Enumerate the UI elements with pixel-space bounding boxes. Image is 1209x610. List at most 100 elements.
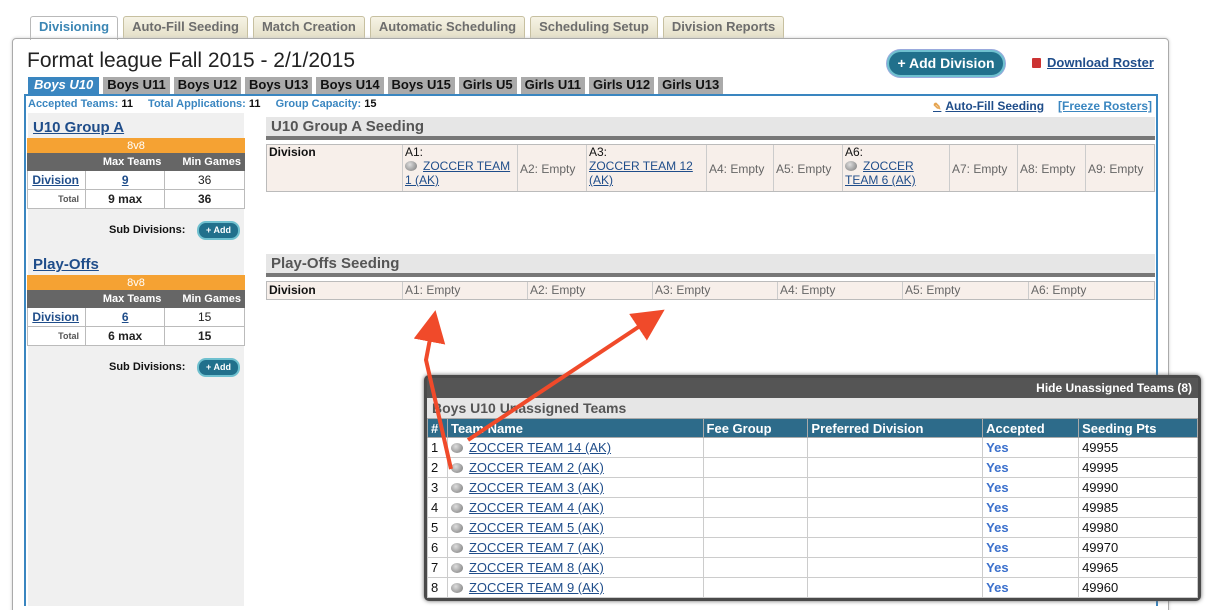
fee-group-cell (702, 517, 809, 538)
seed-slot[interactable]: A3: Empty (653, 282, 778, 299)
max-teams-value[interactable]: 6 (122, 310, 129, 324)
soccer-ball-icon[interactable] (450, 543, 463, 553)
seed-slot[interactable]: A1: ZOCCER TEAM 1 (AK) (403, 145, 518, 191)
soccer-ball-icon[interactable] (450, 563, 463, 573)
tab-match-creation[interactable]: Match Creation (252, 16, 365, 38)
seed-slot[interactable]: A5: Empty (774, 145, 843, 191)
table-row: 7 ZOCCER TEAM 8 (AK) Yes 49965 (427, 557, 1198, 578)
seed-slot[interactable]: A7: Empty (950, 145, 1018, 191)
total-label: Total (27, 189, 86, 209)
soccer-ball-icon[interactable] (450, 523, 463, 533)
accepted-link[interactable]: Yes (982, 497, 1080, 518)
soccer-ball-icon[interactable] (450, 583, 463, 593)
seed-slot[interactable]: A5: Empty (903, 282, 1029, 299)
division-tab[interactable]: Boys U12 (173, 77, 242, 94)
col-header[interactable]: Team Name (446, 418, 704, 438)
team-link[interactable]: ZOCCER TEAM 1 (AK) (405, 159, 510, 187)
col-header: # (427, 418, 448, 438)
tab-auto-fill-seeding[interactable]: Auto-Fill Seeding (123, 16, 248, 38)
preferred-division-cell (807, 537, 984, 558)
top-tabs: Divisioning Auto-Fill Seeding Match Crea… (30, 16, 789, 40)
soccer-ball-icon[interactable] (450, 463, 463, 473)
col-header[interactable]: Fee Group (702, 418, 809, 438)
fee-group-cell (702, 577, 809, 598)
seeding-pts-cell: 49990 (1078, 477, 1198, 498)
accepted-link[interactable]: Yes (982, 577, 1080, 598)
add-division-button[interactable]: + Add Division (887, 50, 1005, 77)
team-cell: ZOCCER TEAM 7 (AK) (446, 537, 704, 558)
seed-slot[interactable]: A2: Empty (518, 145, 587, 191)
team-link[interactable]: ZOCCER TEAM 2 (AK) (469, 460, 604, 475)
seed-slot[interactable]: A2: Empty (528, 282, 653, 299)
total-label: Total (27, 326, 86, 346)
team-link[interactable]: ZOCCER TEAM 14 (AK) (469, 440, 611, 455)
accepted-link[interactable]: Yes (982, 557, 1080, 578)
row-number: 3 (427, 477, 448, 498)
team-cell: ZOCCER TEAM 8 (AK) (446, 557, 704, 578)
division-tab[interactable]: Boys U11 (103, 77, 170, 94)
seed-slot[interactable]: A6: ZOCCER TEAM 6 (AK) (843, 145, 950, 191)
division-tab[interactable]: Girls U12 (589, 77, 655, 94)
total-games: 15 (164, 326, 245, 346)
pdf-icon (1032, 58, 1041, 68)
soccer-ball-icon[interactable] (450, 503, 463, 513)
seed-slot[interactable]: A9: Empty (1086, 145, 1154, 191)
accepted-link[interactable]: Yes (982, 477, 1080, 498)
col-header[interactable]: Preferred Division (807, 418, 984, 438)
accepted-link[interactable]: Yes (982, 537, 1080, 558)
add-sub-division-button[interactable]: + Add (197, 221, 240, 240)
team-link[interactable]: ZOCCER TEAM 8 (AK) (469, 560, 604, 575)
soccer-ball-icon[interactable] (450, 443, 463, 453)
team-cell: ZOCCER TEAM 4 (AK) (446, 497, 704, 518)
seed-slot[interactable]: A1: Empty (403, 282, 528, 299)
division-link[interactable]: Division (27, 170, 86, 190)
team-link[interactable]: ZOCCER TEAM 12 (AK) (589, 159, 693, 187)
team-link[interactable]: ZOCCER TEAM 7 (AK) (469, 540, 604, 555)
team-link[interactable]: ZOCCER TEAM 4 (AK) (469, 500, 604, 515)
hide-unassigned-link[interactable]: Hide Unassigned Teams (8) (427, 378, 1198, 398)
col-header[interactable]: Accepted (982, 418, 1080, 438)
tab-division-reports[interactable]: Division Reports (662, 16, 785, 38)
team-link[interactable]: ZOCCER TEAM 5 (AK) (469, 520, 604, 535)
accepted-link[interactable]: Yes (982, 437, 1080, 458)
add-sub-division-button[interactable]: + Add (197, 358, 240, 377)
division-tab[interactable]: Girls U13 (658, 77, 724, 94)
max-teams-header: Max Teams (84, 289, 166, 308)
team-link[interactable]: ZOCCER TEAM 3 (AK) (469, 480, 604, 495)
col-header[interactable]: Seeding Pts (1078, 418, 1198, 438)
seed-slot[interactable]: A6: Empty (1029, 282, 1154, 299)
division-tab[interactable]: Boys U15 (387, 77, 455, 94)
team-cell: ZOCCER TEAM 14 (AK) (446, 437, 704, 458)
accepted-link[interactable]: Yes (982, 457, 1080, 478)
seed-slot[interactable]: A4: Empty (707, 145, 774, 191)
soccer-ball-icon[interactable] (450, 483, 463, 493)
division-link[interactable]: Division (27, 307, 86, 327)
accepted-link[interactable]: Yes (982, 517, 1080, 538)
fee-group-cell (702, 557, 809, 578)
table-row: 8 ZOCCER TEAM 9 (AK) Yes 49960 (427, 577, 1198, 598)
freeze-rosters-link[interactable]: [Freeze Rosters] (1058, 99, 1152, 113)
max-teams-header: Max Teams (84, 152, 166, 171)
division-tab[interactable]: Boys U13 (245, 77, 313, 94)
group-title[interactable]: U10 Group A (33, 119, 124, 136)
tab-scheduling-setup[interactable]: Scheduling Setup (530, 16, 658, 38)
group-title[interactable]: Play-Offs (33, 256, 99, 273)
group-capacity-value: 15 (364, 98, 377, 110)
preferred-division-cell (807, 497, 984, 518)
division-tab[interactable]: Girls U11 (520, 77, 586, 94)
tab-automatic-scheduling[interactable]: Automatic Scheduling (369, 16, 526, 38)
max-teams-value[interactable]: 9 (122, 173, 129, 187)
seeding-pts-cell: 49955 (1078, 437, 1198, 458)
seed-slot[interactable]: A8: Empty (1018, 145, 1086, 191)
team-link[interactable]: ZOCCER TEAM 9 (AK) (469, 580, 604, 595)
download-roster-link[interactable]: Download Roster (1032, 55, 1154, 70)
division-tab[interactable]: Boys U10 (28, 77, 100, 94)
tab-divisioning[interactable]: Divisioning (30, 16, 119, 40)
min-games-value: 15 (164, 307, 245, 327)
auto-fill-seeding-link[interactable]: ✎ Auto-Fill Seeding (933, 99, 1044, 113)
row-number: 6 (427, 537, 448, 558)
division-tab[interactable]: Girls U5 (458, 77, 517, 94)
division-tab[interactable]: Boys U14 (316, 77, 384, 94)
seed-slot[interactable]: A3: ZOCCER TEAM 12 (AK) (587, 145, 707, 191)
seed-slot[interactable]: A4: Empty (778, 282, 903, 299)
